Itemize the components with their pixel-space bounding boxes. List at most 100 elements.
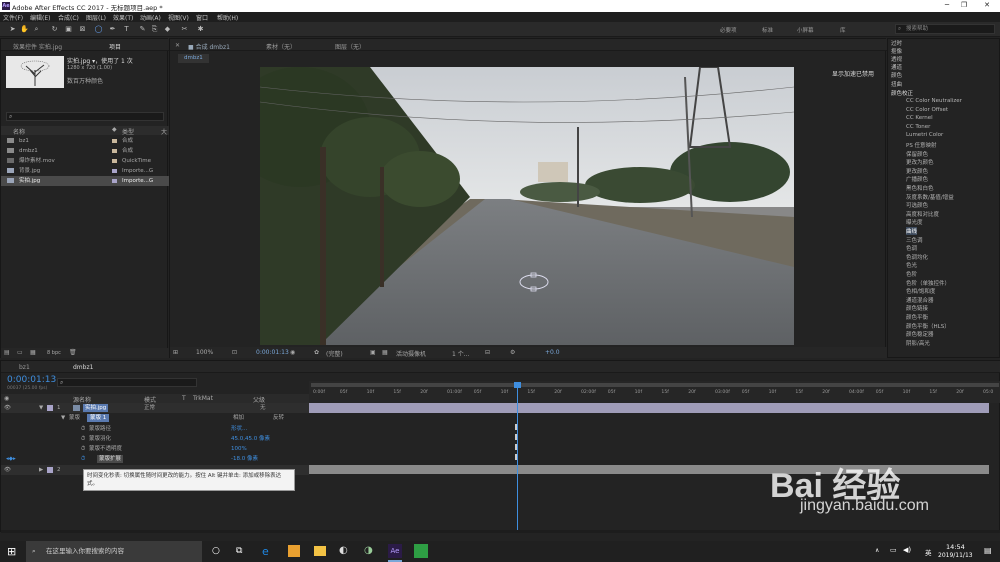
puppet-tool-icon[interactable]: ✱ <box>196 25 205 34</box>
playhead-handle[interactable] <box>514 382 521 388</box>
keyframe-navigator-icon[interactable]: ◂◆▸ <box>6 454 16 464</box>
expand-triangle-icon[interactable]: ▼ <box>39 403 43 413</box>
project-item[interactable]: bz1 合成 <box>1 136 169 146</box>
mask-mode-dropdown[interactable]: 相加 <box>233 413 244 423</box>
region-of-interest-icon[interactable]: ▣ <box>370 349 376 356</box>
eraser-tool-icon[interactable]: ◆ <box>163 25 172 34</box>
property-value[interactable]: -18.0 像素 <box>231 454 258 464</box>
effect-item[interactable]: 颜色链接 <box>906 304 928 312</box>
property-value[interactable]: 100% <box>231 444 247 454</box>
clock-date[interactable]: 2019/11/13 <box>938 552 973 559</box>
label-swatch[interactable] <box>47 467 53 473</box>
col-name[interactable]: 名称 <box>13 127 25 136</box>
snapshot-icon[interactable]: ◉ <box>290 349 295 356</box>
project-item-selected[interactable]: 实拍.jpg Importe...G <box>1 176 169 186</box>
effects-folder-color-correction[interactable]: 颜色校正 <box>891 89 913 97</box>
menu-help[interactable]: 帮助(H) <box>217 13 238 22</box>
app-icon-2[interactable]: ◐ <box>339 545 348 556</box>
file-explorer-icon[interactable] <box>314 546 326 556</box>
always-preview-icon[interactable]: ⊞ <box>173 349 178 356</box>
col-trkmat[interactable]: TrkMat <box>193 395 213 402</box>
timeline-search-input[interactable]: ⌕ <box>57 378 197 387</box>
windows-start-icon[interactable]: ⊞ <box>7 545 16 558</box>
effects-folder[interactable]: 扭曲 <box>891 80 902 88</box>
layer-mode-dropdown[interactable]: 正常 <box>144 403 155 413</box>
layer-row-1[interactable]: 👁 ▼ 1 实拍.jpg 正常 无 <box>1 403 309 413</box>
effect-item[interactable]: 色相/饱和度 <box>906 287 935 295</box>
effect-item[interactable]: 保留颜色 <box>906 150 928 158</box>
effect-item[interactable]: 灰度系数/基值/增益 <box>906 193 954 201</box>
effect-item[interactable]: 阴影/高光 <box>906 339 930 347</box>
clone-tool-icon[interactable]: ⎘ <box>150 25 159 34</box>
task-view-icon[interactable]: ⧉ <box>236 546 242 556</box>
camera-tool-icon[interactable]: ▣ <box>64 25 73 34</box>
project-item[interactable]: dmbz1 合成 <box>1 146 169 156</box>
camera-dropdown[interactable]: 活动摄像机 <box>396 349 426 358</box>
minimize-button[interactable]: ─ <box>940 1 954 9</box>
effect-item[interactable]: 通道混合器 <box>906 296 934 304</box>
effect-item[interactable]: 颜色平衡（HLS） <box>906 322 950 330</box>
mask-1-row[interactable]: 蒙版 1 相加 反转 <box>1 413 309 423</box>
tab-timeline-bz1[interactable]: bz1 <box>19 364 30 371</box>
color-channel-icon[interactable]: ✿ <box>314 349 319 356</box>
effect-item[interactable]: 色光 <box>906 261 917 269</box>
eye-icon[interactable]: 👁 <box>4 465 11 475</box>
comp-breadcrumb[interactable]: dmbz1 <box>178 54 209 63</box>
effect-item[interactable]: CC Toner <box>906 124 930 130</box>
effect-item[interactable]: CC Kernel <box>906 115 933 121</box>
effect-item[interactable]: PS 任意映射 <box>906 141 937 149</box>
zoom-tool-icon[interactable]: ⌕ <box>32 25 41 34</box>
stopwatch-icon[interactable]: ⏱ <box>81 444 85 454</box>
tab-footage[interactable]: 素材（无） <box>266 42 296 51</box>
effect-item[interactable]: 高度和对比度 <box>906 210 939 218</box>
menu-animation[interactable]: 动画(A) <box>140 13 161 22</box>
menu-file[interactable]: 文件(F) <box>3 13 23 22</box>
menu-effect[interactable]: 效果(T) <box>113 13 133 22</box>
property-value[interactable]: 45.0,45.0 像素 <box>231 434 270 444</box>
mask-property-row[interactable]: ⏱ 蒙版路径 形状... <box>1 424 309 434</box>
effects-folder[interactable]: 通道 <box>891 63 902 71</box>
taskbar-search-box[interactable]: ⌕ 在这里输入你要搜索的内容 <box>26 541 202 562</box>
ellipse-tool-icon[interactable]: ◯ <box>94 25 103 34</box>
effect-item[interactable]: 颜色稳定器 <box>906 330 934 338</box>
effect-item[interactable]: 颜色平衡 <box>906 313 928 321</box>
tab-timeline-dmbz1[interactable]: dmbz1 <box>73 364 93 371</box>
effects-folder[interactable]: 过时 <box>891 39 902 47</box>
effect-item[interactable]: 色阶（单独控件） <box>906 279 950 287</box>
workspace-libraries[interactable]: 库 <box>840 26 846 34</box>
effect-item[interactable]: 色调均化 <box>906 253 928 261</box>
effect-item[interactable]: CC Color Neutralizer <box>906 98 962 104</box>
tab-effect-controls[interactable]: 效果控件 实拍.jpg <box>13 42 62 51</box>
network-icon[interactable]: ▭ <box>890 546 897 554</box>
toggle-pixel-aspect-icon[interactable]: ⊟ <box>485 349 490 356</box>
safe-zones-icon[interactable]: ⊡ <box>232 349 237 356</box>
type-tool-icon[interactable]: T <box>122 25 131 34</box>
effects-folder[interactable]: 颜色 <box>891 71 902 79</box>
app-icon-3[interactable]: ◑ <box>364 545 373 556</box>
pen-tool-icon[interactable]: ✒ <box>108 25 117 34</box>
work-area-bar[interactable] <box>311 383 999 387</box>
col-type[interactable]: 类型 <box>122 127 134 136</box>
roto-brush-tool-icon[interactable]: ✂ <box>180 25 189 34</box>
layer-1-bar[interactable] <box>309 403 989 413</box>
close-tab-icon[interactable]: ✕ <box>175 42 180 49</box>
mask-invert-checkbox[interactable]: 反转 <box>273 413 284 423</box>
effect-item[interactable]: CC Color Offset <box>906 107 948 113</box>
volume-icon[interactable]: ◀) <box>903 546 911 554</box>
tab-project[interactable]: 项目 <box>109 42 121 51</box>
mask-name[interactable]: 蒙版 1 <box>87 414 110 422</box>
resolution-dropdown[interactable]: (完整) <box>326 349 343 358</box>
views-dropdown[interactable]: 1 个... <box>452 349 469 358</box>
cortana-icon[interactable]: ○ <box>212 546 220 556</box>
current-time-display[interactable]: 0:00:01:13 <box>256 349 289 356</box>
composition-viewer[interactable] <box>260 67 794 345</box>
menu-edit[interactable]: 编辑(E) <box>30 13 50 22</box>
label-swatch[interactable] <box>47 405 53 411</box>
menu-composition[interactable]: 合成(C) <box>58 13 79 22</box>
fast-preview-icon[interactable]: ⚙ <box>510 349 515 356</box>
timeline-timecode[interactable]: 0:00:01:13 <box>7 375 56 385</box>
effect-item[interactable]: 可选颜色 <box>906 201 928 209</box>
layer-parent-dropdown[interactable]: 无 <box>260 403 266 413</box>
effect-item[interactable]: 色调 <box>906 244 917 252</box>
pan-behind-tool-icon[interactable]: ⊠ <box>78 25 87 34</box>
